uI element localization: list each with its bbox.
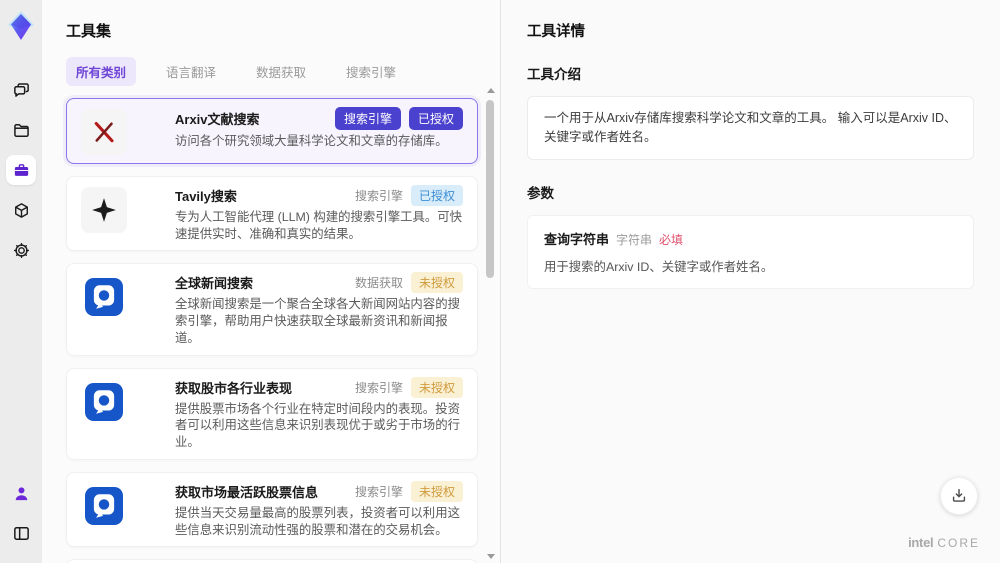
tab-language-translation[interactable]: 语言翻译 bbox=[156, 57, 226, 86]
tool-title: Tavily搜索 bbox=[175, 189, 237, 204]
download-button[interactable] bbox=[940, 477, 978, 515]
download-icon bbox=[952, 489, 966, 502]
tool-card-body: 全球新闻搜索 数据获取 未授权 全球新闻搜索是一个聚合全球各大新闻网站内容的搜索… bbox=[175, 272, 463, 346]
page-title: 工具集 bbox=[66, 23, 112, 40]
category-tabs: 所有类别 语言翻译 数据获取 搜索引擎 bbox=[66, 57, 478, 86]
tool-title: 获取市场最活跃股票信息 bbox=[175, 484, 319, 500]
news-search-icon bbox=[81, 483, 127, 529]
tool-badges: 搜索引擎 已授权 bbox=[334, 107, 463, 130]
tool-card-head: Arxiv文献搜索 搜索引擎 已授权 bbox=[175, 107, 463, 130]
tool-badges: 数据获取 未授权 bbox=[354, 272, 463, 294]
auth-badge: 未授权 bbox=[410, 272, 463, 294]
sidebar-item-chat[interactable] bbox=[6, 75, 36, 105]
category-label: 搜索引擎 bbox=[354, 484, 403, 499]
news-search-icon bbox=[81, 379, 127, 425]
detail-title: 工具详情 bbox=[527, 24, 585, 40]
tab-search-engine[interactable]: 搜索引擎 bbox=[336, 57, 406, 86]
sidebar-item-tools[interactable] bbox=[6, 155, 36, 185]
category-label: 搜索引擎 bbox=[354, 189, 403, 203]
brand-intel: intel bbox=[908, 535, 934, 550]
auth-badge: 未授权 bbox=[410, 376, 463, 398]
auth-badge[interactable]: 已授权 bbox=[408, 107, 463, 130]
sparkle-icon bbox=[81, 187, 127, 233]
chat-icon bbox=[13, 82, 29, 97]
tool-card[interactable]: 万维地区新闻查询 搜索引擎 未授权 查询具体行政区划内的新闻，快速了解各地新闻动… bbox=[66, 559, 478, 563]
tool-card[interactable]: 获取市场最活跃股票信息 搜索引擎 未授权 提供当天交易量最高的股票列表，投资者可… bbox=[66, 471, 478, 548]
app-logo[interactable] bbox=[3, 8, 39, 44]
sidebar-item-settings[interactable] bbox=[6, 235, 36, 265]
tool-card-head: Tavily搜索 搜索引擎 已授权 bbox=[175, 185, 463, 206]
param-required-badge: 必填 bbox=[659, 232, 684, 247]
sidebar-item-models[interactable] bbox=[6, 195, 36, 225]
tool-badges: 搜索引擎 已授权 bbox=[355, 185, 463, 206]
params-label: 参数 bbox=[527, 185, 554, 201]
tool-card-body: 获取市场最活跃股票信息 搜索引擎 未授权 提供当天交易量最高的股票列表，投资者可… bbox=[175, 480, 463, 538]
scrollbar-thumb[interactable] bbox=[486, 100, 494, 278]
auth-badge: 未授权 bbox=[410, 480, 463, 502]
tool-card-body: Arxiv文献搜索 搜索引擎 已授权 访问各个研究领域大量科学论文和文章的存储库… bbox=[175, 107, 463, 155]
tool-description: 提供当天交易量最高的股票列表，投资者可以利用这些信息来识别流动性强的股票和潜在的… bbox=[175, 505, 460, 537]
tool-title: 获取股市各行业表现 bbox=[175, 380, 293, 396]
tool-intro-text: 一个用于从Arxiv存储库搜索科学论文和文章的工具。 输入可以是Arxiv ID… bbox=[527, 96, 974, 160]
scroll-down-arrow[interactable] bbox=[487, 554, 495, 559]
category-label: 搜索引擎 bbox=[354, 380, 403, 395]
sidebar-item-panel-toggle[interactable] bbox=[6, 518, 36, 548]
diamond-logo-icon bbox=[8, 11, 34, 40]
sidebar-item-files[interactable] bbox=[6, 115, 36, 145]
tool-description: 提供股票市场各个行业在特定时间段内的表现。投资者可以利用这些信息来识别表现优于或… bbox=[175, 401, 460, 450]
tool-card[interactable]: Arxiv文献搜索 搜索引擎 已授权 访问各个研究领域大量科学论文和文章的存储库… bbox=[66, 98, 478, 164]
tool-card[interactable]: 全球新闻搜索 数据获取 未授权 全球新闻搜索是一个聚合全球各大新闻网站内容的搜索… bbox=[66, 263, 478, 356]
folder-icon bbox=[13, 123, 29, 137]
arxiv-icon bbox=[81, 109, 127, 155]
tool-description: 专为人工智能代理 (LLM) 构建的搜索引擎工具。可快速提供实时、准确和真实的结… bbox=[175, 210, 463, 241]
panel-layout-icon bbox=[13, 526, 29, 540]
param-type: 字符串 bbox=[616, 232, 653, 247]
briefcase-icon bbox=[14, 163, 28, 176]
tool-description: 访问各个研究领域大量科学论文和文章的存储库。 bbox=[175, 134, 448, 148]
scrollbar bbox=[485, 88, 495, 559]
tool-badges: 搜索引擎 未授权 bbox=[354, 376, 463, 398]
gear-icon bbox=[13, 242, 29, 258]
sidebar bbox=[0, 0, 42, 563]
tool-badges: 搜索引擎 未授权 bbox=[354, 480, 463, 502]
param-name: 查询字符串 bbox=[544, 231, 610, 247]
tool-card-body: Tavily搜索 搜索引擎 已授权 专为人工智能代理 (LLM) 构建的搜索引擎… bbox=[175, 185, 463, 242]
category-label: 数据获取 bbox=[354, 276, 403, 291]
tool-card-head: 获取股市各行业表现 搜索引擎 未授权 bbox=[175, 376, 463, 398]
cube-icon bbox=[14, 202, 28, 218]
tool-list-panel: 工具集 所有类别 语言翻译 数据获取 搜索引擎 Arxiv文献搜索 搜索引擎 已授权 … bbox=[42, 0, 500, 563]
tool-card-body: 获取股市各行业表现 搜索引擎 未授权 提供股票市场各个行业在特定时间段内的表现。… bbox=[175, 376, 463, 451]
intel-core-logo: intel core bbox=[908, 535, 980, 550]
tab-all-categories[interactable]: 所有类别 bbox=[66, 57, 137, 86]
tool-card-head: 全球新闻搜索 数据获取 未授权 bbox=[175, 272, 463, 294]
tool-cards: Arxiv文献搜索 搜索引擎 已授权 访问各个研究领域大量科学论文和文章的存储库… bbox=[66, 98, 478, 563]
tool-detail-panel: 工具详情 工具介绍 一个用于从Arxiv存储库搜索科学论文和文章的工具。 输入可… bbox=[500, 0, 1000, 563]
tool-title: Arxiv文献搜索 bbox=[175, 112, 260, 127]
tool-card-head: 获取市场最活跃股票信息 搜索引擎 未授权 bbox=[175, 480, 463, 502]
intro-label: 工具介绍 bbox=[527, 67, 581, 82]
tool-description: 全球新闻搜索是一个聚合全球各大新闻网站内容的搜索引擎，帮助用户快速获取全球最新资… bbox=[175, 297, 460, 345]
tool-title: 全球新闻搜索 bbox=[175, 276, 254, 292]
sidebar-item-account[interactable] bbox=[6, 478, 36, 508]
param-head: 查询字符串 字符串 必填 bbox=[544, 229, 957, 248]
app-root: 工具集 所有类别 语言翻译 数据获取 搜索引擎 Arxiv文献搜索 搜索引擎 已授权 … bbox=[0, 0, 1000, 563]
tab-data-fetch[interactable]: 数据获取 bbox=[246, 57, 316, 86]
param-card: 查询字符串 字符串 必填 用于搜索的Arxiv ID、关键字或作者姓名。 bbox=[527, 214, 974, 289]
tool-card[interactable]: 获取股市各行业表现 搜索引擎 未授权 提供股票市场各个行业在特定时间段内的表现。… bbox=[66, 367, 478, 460]
auth-badge: 已授权 bbox=[410, 185, 463, 206]
tool-card[interactable]: Tavily搜索 搜索引擎 已授权 专为人工智能代理 (LLM) 构建的搜索引擎… bbox=[66, 176, 478, 252]
param-description: 用于搜索的Arxiv ID、关键字或作者姓名。 bbox=[544, 259, 774, 274]
news-search-icon bbox=[81, 274, 127, 320]
category-badge[interactable]: 搜索引擎 bbox=[334, 107, 401, 130]
user-icon bbox=[15, 486, 27, 500]
brand-core: core bbox=[937, 536, 980, 550]
scroll-up-arrow[interactable] bbox=[487, 88, 495, 93]
